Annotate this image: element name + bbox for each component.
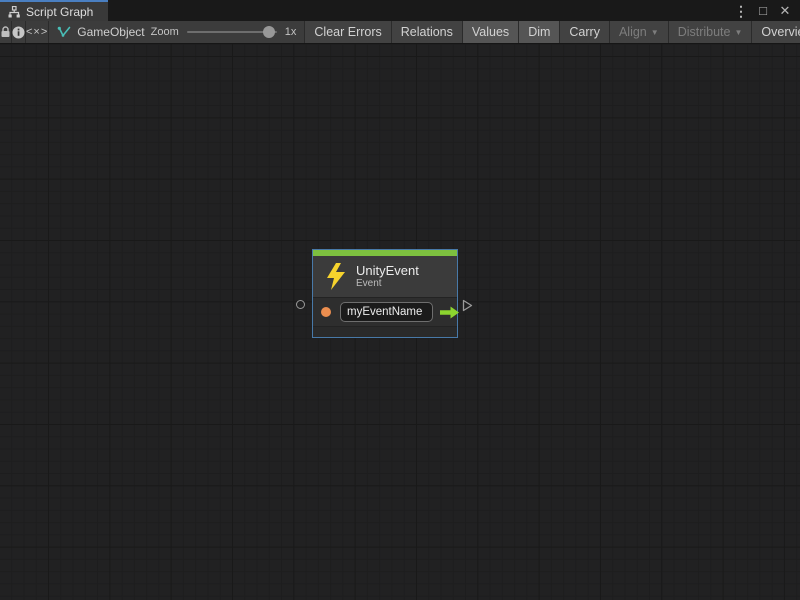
gameobject-target[interactable]: GameObject [49,21,144,43]
dim-toggle[interactable]: Dim [518,21,559,43]
window-menu-icon[interactable]: ⋮ [732,2,750,20]
info-button[interactable] [12,21,26,43]
gameobject-label: GameObject [77,25,144,39]
event-name-field[interactable] [340,302,433,322]
close-icon[interactable]: ✕ [776,2,794,20]
maximize-icon[interactable]: □ [754,2,772,20]
chevron-down-icon: ▼ [734,29,742,37]
lock-icon [0,26,11,38]
lightning-bolt-icon [325,263,346,290]
carry-toggle[interactable]: Carry [559,21,609,43]
toolbar-buttons: Clear Errors Relations Values Dim Carry … [304,21,800,43]
distribute-dropdown[interactable]: Distribute ▼ [668,21,752,43]
node-port-row [313,297,457,326]
info-icon [12,26,25,39]
values-toggle[interactable]: Values [462,21,518,43]
overview-label: Overview [761,25,800,39]
align-dropdown[interactable]: Align ▼ [609,21,668,43]
clear-errors-button[interactable]: Clear Errors [304,21,390,43]
node-footer [313,326,457,337]
node-header[interactable]: UnityEvent Event [313,256,457,297]
input-port-icon[interactable] [321,307,331,317]
unity-event-node[interactable]: UnityEvent Event [312,249,458,338]
relations-button[interactable]: Relations [391,21,462,43]
relations-label: Relations [401,25,453,39]
clear-errors-label: Clear Errors [314,25,381,39]
carry-label: Carry [569,25,600,39]
graph-toolbar: <×> GameObject Zoom 1x Clear Errors [0,21,800,44]
trigger-output-arrow-icon[interactable] [439,306,460,319]
graph-canvas[interactable]: UnityEvent Event [0,44,800,600]
node-subtitle: Event [356,278,419,290]
zoom-label: Zoom [151,26,179,38]
dim-label: Dim [528,25,550,39]
distribute-label: Distribute [678,25,731,39]
graph-hierarchy-icon [8,6,20,18]
code-view-button[interactable]: <×> [26,21,49,43]
zoom-slider[interactable] [187,31,277,33]
tab-bar: Script Graph ⋮ □ ✕ [0,0,800,21]
window-controls: ⋮ □ ✕ [732,0,800,21]
external-input-port-icon[interactable] [296,300,305,309]
values-label: Values [472,25,509,39]
node-title: UnityEvent [356,263,419,278]
overview-button[interactable]: Overview [751,21,800,43]
node-titles: UnityEvent Event [356,263,419,290]
tab-script-graph[interactable]: Script Graph [0,0,108,21]
align-label: Align [619,25,647,39]
chevron-down-icon: ▼ [651,29,659,37]
zoom-value: 1x [285,26,297,38]
tab-label: Script Graph [26,5,93,19]
gameobject-graph-icon [57,26,71,38]
lock-button[interactable] [0,21,12,43]
tabbar-spacer [108,0,732,21]
script-graph-window: Script Graph ⋮ □ ✕ [0,0,800,600]
external-output-port-icon[interactable] [462,299,473,317]
zoom-control: Zoom 1x [151,21,303,43]
zoom-slider-handle[interactable] [263,26,275,38]
code-icon: <×> [26,26,48,38]
